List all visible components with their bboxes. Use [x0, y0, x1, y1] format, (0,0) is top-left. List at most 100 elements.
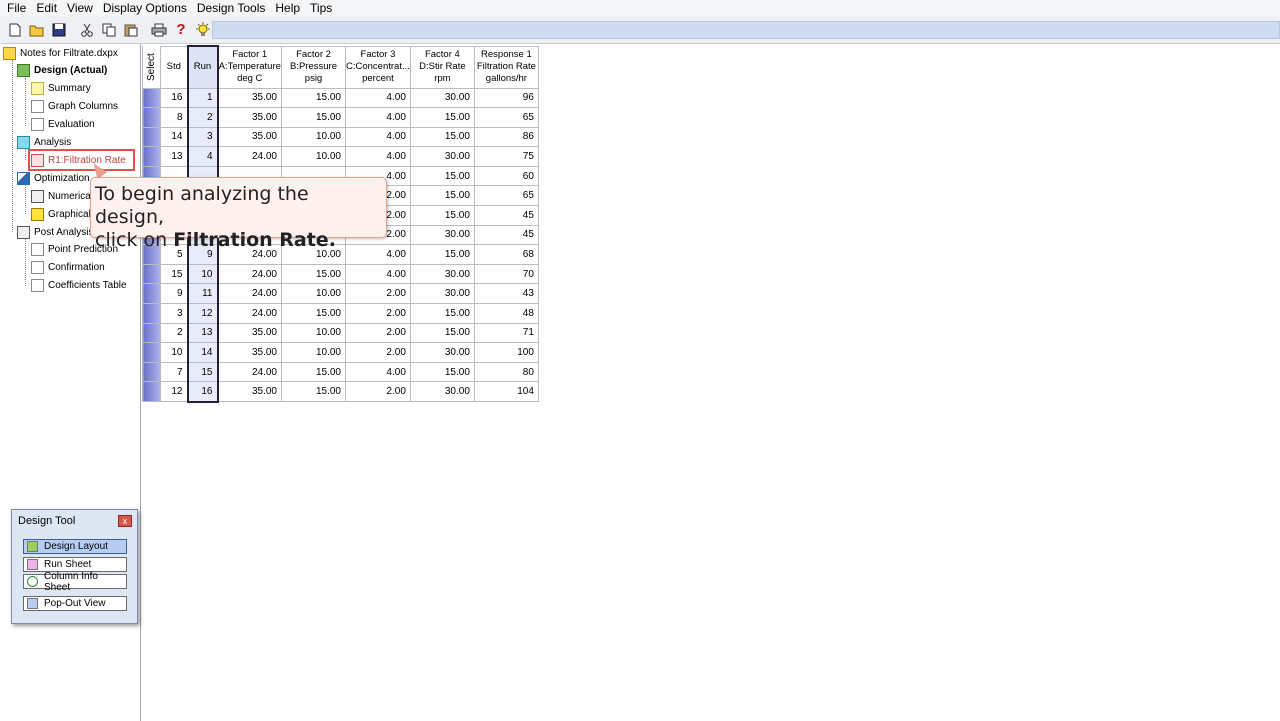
cell-c[interactable]: 2.00 [345, 342, 411, 363]
tree-item-summary[interactable]: Summary [31, 80, 91, 96]
cell-d[interactable]: 15.00 [409, 244, 475, 265]
row-select-cell[interactable] [142, 126, 161, 148]
cell-c[interactable]: 2.00 [345, 303, 411, 324]
copy-icon[interactable] [100, 21, 118, 39]
cell-std[interactable]: 10 [160, 342, 188, 363]
design-layout-button[interactable]: Design Layout [23, 539, 127, 554]
row-select-cell[interactable] [142, 342, 161, 363]
cell-c[interactable]: 4.00 [345, 146, 411, 167]
cell-d[interactable]: 15.00 [409, 165, 475, 187]
tree-item-optimization[interactable]: Optimization [17, 170, 90, 186]
cell-run[interactable]: 15 [186, 361, 219, 383]
row-select-cell[interactable] [142, 303, 161, 324]
cut-icon[interactable] [78, 21, 96, 39]
tree-item-evaluation[interactable]: Evaluation [31, 116, 95, 132]
cell-d[interactable]: 30.00 [409, 263, 475, 285]
cell-std[interactable]: 8 [160, 107, 188, 128]
col-factor-b[interactable]: Factor 2 B:Pressure psig [281, 45, 346, 89]
cell-r[interactable]: 104 [473, 381, 539, 402]
cell-a[interactable]: 24.00 [217, 263, 282, 285]
cell-r[interactable]: 43 [473, 283, 539, 305]
cell-b[interactable]: 15.00 [281, 107, 346, 128]
cell-std[interactable]: 2 [160, 322, 188, 344]
cell-b[interactable]: 15.00 [281, 303, 346, 324]
col-std[interactable]: Std [160, 45, 188, 89]
cell-d[interactable]: 30.00 [409, 87, 475, 109]
tree-item-r1-filtration-rate[interactable]: R1:Filtration Rate [28, 149, 135, 171]
cell-d[interactable]: 15.00 [409, 303, 475, 324]
cell-run[interactable]: 11 [186, 283, 219, 305]
menu-help[interactable]: Help [270, 0, 305, 16]
cell-run[interactable]: 12 [186, 303, 219, 324]
menu-tips[interactable]: Tips [305, 0, 337, 16]
help-icon[interactable]: ? [172, 21, 190, 39]
close-icon[interactable]: x [118, 515, 132, 527]
cell-a[interactable]: 35.00 [217, 342, 282, 363]
cell-r[interactable]: 65 [473, 185, 539, 207]
menu-design-tools[interactable]: Design Tools [192, 0, 270, 16]
cell-b[interactable]: 15.00 [281, 87, 346, 109]
cell-run[interactable]: 13 [186, 322, 219, 344]
cell-r[interactable]: 45 [473, 205, 539, 226]
cell-d[interactable]: 30.00 [409, 146, 475, 167]
col-factor-d[interactable]: Factor 4 D:Stir Rate rpm [409, 45, 475, 89]
cell-run[interactable]: 1 [186, 87, 219, 109]
cell-run[interactable]: 10 [186, 263, 219, 285]
cell-c[interactable]: 2.00 [345, 381, 411, 402]
cell-a[interactable]: 35.00 [217, 126, 282, 148]
cell-std[interactable]: 7 [160, 361, 188, 383]
cell-c[interactable]: 4.00 [345, 263, 411, 285]
column-info-sheet-button[interactable]: Column Info Sheet [23, 571, 127, 593]
cell-d[interactable]: 15.00 [409, 205, 475, 226]
save-icon[interactable] [50, 21, 68, 39]
new-icon[interactable] [6, 21, 24, 39]
cell-r[interactable]: 70 [473, 263, 539, 285]
row-select-cell[interactable] [142, 146, 161, 167]
menu-view[interactable]: View [62, 0, 98, 16]
cell-r[interactable]: 65 [473, 107, 539, 128]
cell-std[interactable]: 13 [160, 146, 188, 167]
tree-item-graphical[interactable]: Graphical [31, 206, 91, 222]
cell-b[interactable]: 15.00 [281, 361, 346, 383]
cell-r[interactable]: 100 [473, 342, 539, 363]
cell-c[interactable]: 2.00 [345, 283, 411, 305]
tree-root[interactable]: Notes for Filtrate.dxpx [3, 45, 118, 61]
cell-c[interactable]: 4.00 [345, 361, 411, 383]
cell-run[interactable]: 16 [186, 381, 219, 403]
cell-r[interactable]: 60 [473, 165, 539, 187]
cell-r[interactable]: 96 [473, 87, 539, 109]
cell-d[interactable]: 30.00 [409, 283, 475, 305]
cell-std[interactable]: 15 [160, 263, 188, 285]
pop-out-view-button[interactable]: Pop-Out View [23, 596, 127, 611]
col-run[interactable]: Run [186, 45, 219, 89]
cell-r[interactable]: 48 [473, 303, 539, 324]
cell-d[interactable]: 30.00 [409, 381, 475, 402]
cell-r[interactable]: 86 [473, 126, 539, 148]
cell-std[interactable]: 14 [160, 126, 188, 148]
cell-r[interactable]: 45 [473, 224, 539, 246]
tip-icon[interactable] [194, 21, 212, 39]
open-icon[interactable] [28, 21, 46, 39]
cell-a[interactable]: 35.00 [217, 381, 282, 402]
cell-run[interactable]: 2 [186, 107, 219, 128]
cell-a[interactable]: 24.00 [217, 303, 282, 324]
col-select[interactable]: Select [142, 46, 161, 88]
tree-item-analysis[interactable]: Analysis [17, 134, 71, 150]
cell-std[interactable]: 9 [160, 283, 188, 305]
tree-item-graph-columns[interactable]: Graph Columns [31, 98, 118, 114]
row-select-cell[interactable] [142, 263, 161, 285]
cell-d[interactable]: 15.00 [409, 322, 475, 344]
print-icon[interactable] [150, 21, 168, 39]
cell-a[interactable]: 35.00 [217, 87, 282, 109]
menu-display-options[interactable]: Display Options [98, 0, 192, 16]
cell-b[interactable]: 10.00 [281, 283, 346, 305]
menu-file[interactable]: File [2, 0, 31, 16]
cell-b[interactable]: 15.00 [281, 263, 346, 285]
row-select-cell[interactable] [142, 283, 161, 305]
cell-b[interactable]: 15.00 [281, 381, 346, 402]
tree-item-confirmation[interactable]: Confirmation [31, 259, 105, 275]
cell-r[interactable]: 80 [473, 361, 539, 383]
cell-b[interactable]: 10.00 [281, 342, 346, 363]
cell-run[interactable]: 4 [186, 146, 219, 167]
tree-item-numerical[interactable]: Numerica [31, 188, 91, 204]
